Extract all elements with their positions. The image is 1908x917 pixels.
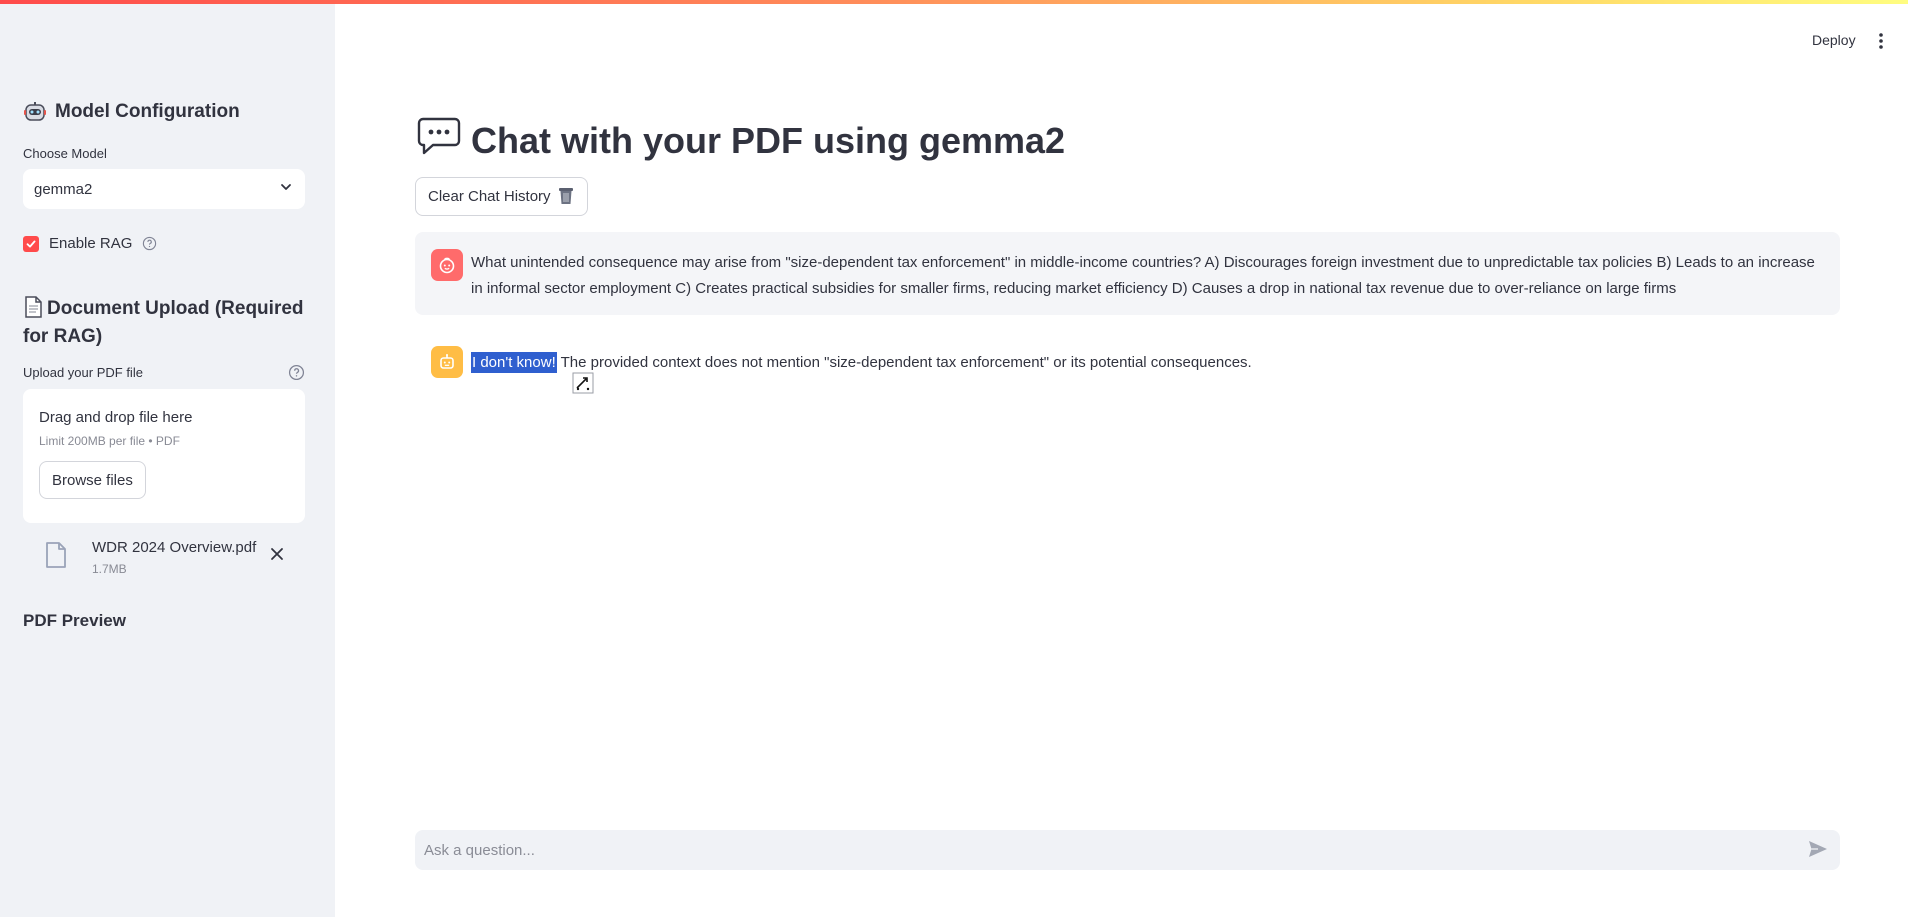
robot-emoji-icon (23, 100, 47, 124)
enable-rag-checkbox[interactable] (23, 235, 39, 252)
drag-cursor-icon (572, 372, 594, 399)
assistant-message-body: The provided context does not mention "s… (556, 354, 1252, 371)
upload-label-row: Upload your PDF file (23, 364, 305, 381)
browse-files-button[interactable]: Browse files (39, 461, 146, 499)
speech-bubble-icon (417, 116, 461, 165)
clear-chat-button[interactable]: Clear Chat History (415, 177, 588, 216)
selected-text: I don't know! (471, 352, 557, 373)
user-message-text: What unintended consequence may arise fr… (471, 254, 1815, 297)
help-icon[interactable] (142, 236, 157, 251)
model-config-header: Model Configuration (23, 100, 240, 124)
dropzone-limit: Limit 200MB per file • PDF (39, 434, 180, 448)
chat-message-user: What unintended consequence may arise fr… (415, 232, 1840, 315)
pdf-preview-title: PDF Preview (23, 611, 126, 630)
enable-rag-row: Enable RAG (23, 235, 157, 252)
page-title-text: Chat with your PDF using gemma2 (471, 119, 1066, 161)
trash-icon (557, 185, 575, 209)
more-vert-icon[interactable] (1878, 32, 1884, 55)
top-decoration-bar (0, 0, 1908, 4)
page-title: Chat with your PDF using gemma2 (417, 116, 1065, 165)
upload-help-icon[interactable] (288, 364, 305, 381)
document-upload-header: Document Upload (Required for RAG) (23, 296, 305, 349)
dropzone-title: Drag and drop file here (39, 409, 193, 426)
document-upload-title: Document Upload (Required for RAG) (23, 298, 304, 347)
uploaded-file: WDR 2024 Overview.pdf 1.7MB (23, 536, 305, 578)
chat-input[interactable] (415, 830, 1840, 870)
sidebar: Model Configuration Choose Model gemma2 … (0, 0, 335, 917)
deploy-button[interactable]: Deploy (1812, 32, 1856, 48)
clear-chat-label: Clear Chat History (428, 188, 551, 205)
close-icon[interactable] (270, 547, 284, 566)
model-select-value: gemma2 (34, 180, 93, 198)
file-icon (45, 542, 67, 573)
model-config-title: Model Configuration (55, 101, 240, 122)
enable-rag-label: Enable RAG (49, 235, 133, 252)
file-dropzone[interactable]: Drag and drop file here Limit 200MB per … (23, 389, 305, 523)
model-select[interactable]: gemma2 (23, 169, 305, 209)
send-icon[interactable] (1808, 840, 1828, 863)
bot-avatar-icon (431, 346, 463, 378)
user-avatar-icon (431, 249, 463, 281)
file-size: 1.7MB (92, 562, 127, 576)
chat-message-assistant: I don't know! The provided context does … (415, 345, 1840, 385)
chevron-down-icon (279, 180, 293, 198)
choose-model-label: Choose Model (23, 146, 107, 161)
page-emoji-icon (23, 296, 43, 325)
upload-label: Upload your PDF file (23, 365, 143, 380)
file-name: WDR 2024 Overview.pdf (92, 539, 257, 556)
